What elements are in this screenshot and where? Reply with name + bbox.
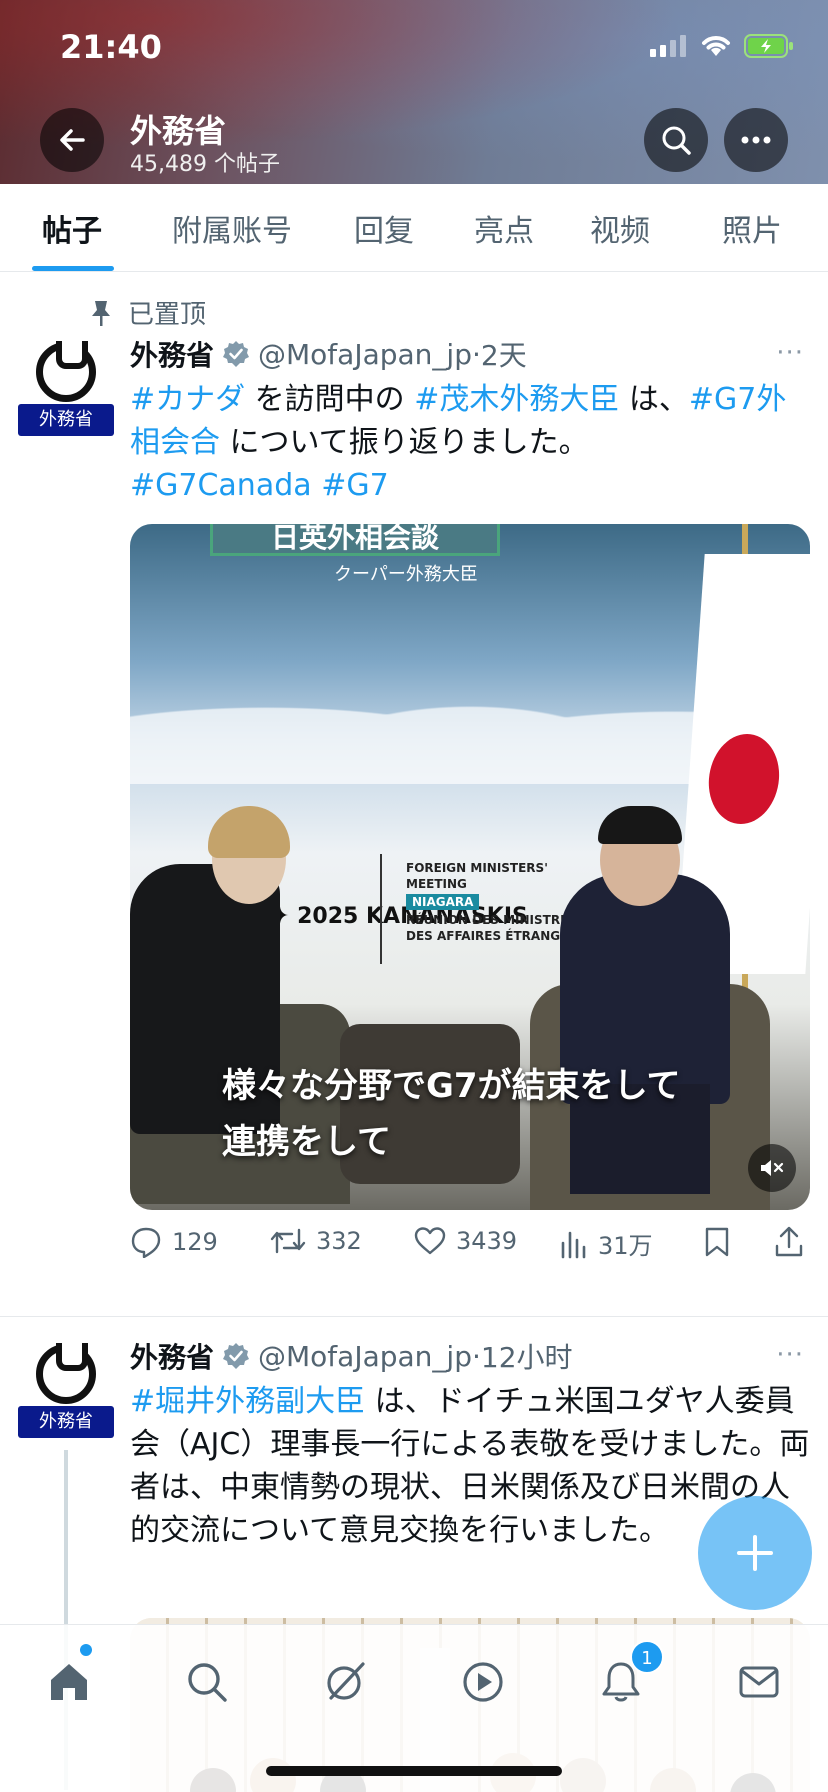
- post-text-segment: を訪問中の: [245, 382, 415, 417]
- backdrop-divider: [380, 854, 382, 964]
- like-icon: [414, 1227, 446, 1255]
- video-subtitle-line2: 連携をして: [222, 1122, 391, 1162]
- wifi-icon: [702, 36, 730, 56]
- views-icon: [561, 1231, 586, 1258]
- pinned-indicator: 已置顶: [88, 294, 206, 331]
- home-indicator[interactable]: [266, 1766, 562, 1776]
- notification-badge: 1: [630, 1640, 664, 1674]
- battery-icon: [744, 34, 793, 58]
- post-time[interactable]: 2天: [481, 334, 527, 374]
- nav-search[interactable]: [182, 1657, 232, 1707]
- tab-highlights[interactable]: 亮点: [474, 206, 534, 250]
- tab-videos[interactable]: 视频: [590, 206, 650, 250]
- verified-icon: [223, 341, 250, 367]
- search-icon: [662, 126, 691, 155]
- hashtag-link[interactable]: #カナダ: [130, 382, 245, 417]
- back-button[interactable]: [40, 108, 104, 172]
- plus-icon: [737, 1535, 773, 1571]
- mofa-logo: [36, 341, 96, 402]
- profile-tabs: 帖子 附属账号 回复 亮点 视频 照片: [0, 184, 828, 272]
- signal-icon: [650, 35, 686, 57]
- nav-home[interactable]: [44, 1657, 94, 1707]
- post-time[interactable]: 12小时: [481, 1336, 573, 1376]
- tab-affiliates[interactable]: 附属账号: [172, 206, 292, 250]
- author-handle[interactable]: @MofaJapan_jp: [258, 1340, 472, 1373]
- status-icons: [650, 34, 794, 58]
- verified-icon: [223, 1343, 250, 1369]
- separator-dot: ·: [471, 1339, 481, 1373]
- like-button[interactable]: 3439: [414, 1226, 517, 1256]
- share-button[interactable]: [774, 1226, 804, 1258]
- post-header: 外務省 @MofaJapan_jp · 12小时: [130, 1336, 573, 1376]
- post-header: 外務省 @MofaJapan_jp · 2天: [130, 334, 527, 374]
- nav-video[interactable]: [458, 1657, 508, 1707]
- pinned-label: 已置顶: [128, 300, 207, 330]
- post-more-button[interactable]: ···: [776, 338, 804, 368]
- post-text: #カナダ を訪問中の #茂木外務大臣 は、#G7外相会合 について振り返りました…: [130, 378, 810, 507]
- more-icon: [741, 136, 771, 144]
- views-button[interactable]: 31万: [560, 1226, 653, 1261]
- hashtag-link[interactable]: #堀井外務副大臣: [130, 1384, 365, 1419]
- author-name[interactable]: 外務省: [130, 1336, 214, 1376]
- mute-button[interactable]: [748, 1144, 796, 1192]
- tab-posts[interactable]: 帖子: [42, 206, 102, 250]
- repost-icon: [270, 1228, 306, 1254]
- video-banner: 日英外相会談: [210, 524, 500, 556]
- more-button[interactable]: [724, 108, 788, 172]
- author-name[interactable]: 外務省: [130, 334, 214, 374]
- hashtag-link[interactable]: #茂木外務大臣: [414, 382, 619, 417]
- avatar[interactable]: 外務省: [18, 341, 114, 440]
- compose-button[interactable]: [698, 1496, 812, 1610]
- repost-button[interactable]: 332: [270, 1226, 362, 1256]
- reply-icon: [131, 1227, 161, 1258]
- post-text-segment: について振り返りました。: [220, 425, 589, 460]
- author-handle[interactable]: @MofaJapan_jp: [258, 338, 472, 371]
- home-icon: [51, 1664, 87, 1700]
- view-count: 31万: [598, 1232, 653, 1260]
- tab-photos[interactable]: 照片: [722, 206, 782, 250]
- home-unread-dot: [80, 1644, 92, 1656]
- nav-grok[interactable]: [320, 1657, 370, 1707]
- repost-count: 332: [316, 1227, 362, 1255]
- video-media[interactable]: 日英外相会談 クーパー外務大臣 G7 ✦ 2025 KANANASKIS FOR…: [130, 524, 810, 1210]
- post-divider: [0, 1316, 828, 1317]
- active-tab-indicator: [32, 266, 114, 271]
- profile-header: 21:40 外務省 45,489 个帖子: [0, 0, 828, 184]
- hashtag-link[interactable]: #G7: [321, 468, 388, 503]
- avatar-label: 外務省: [18, 404, 114, 436]
- post-count: 45,489 个帖子: [130, 152, 280, 177]
- separator-dot: ·: [471, 337, 481, 371]
- share-icon: [775, 1226, 803, 1257]
- search-button[interactable]: [644, 108, 708, 172]
- nav-messages[interactable]: [734, 1657, 784, 1707]
- reply-button[interactable]: 129: [130, 1226, 218, 1258]
- avatar-label: 外務省: [18, 1406, 114, 1438]
- bookmark-icon: [705, 1227, 729, 1257]
- bookmark-button[interactable]: [704, 1226, 730, 1258]
- person-right-hair: [598, 806, 682, 844]
- status-time: 21:40: [60, 28, 162, 66]
- video-caption: クーパー外務大臣: [334, 564, 478, 585]
- search-icon: [188, 1663, 227, 1702]
- post-actions: 129 332 3439 31万: [130, 1226, 810, 1270]
- video-icon: [463, 1662, 503, 1702]
- avatar[interactable]: 外務省: [18, 1343, 114, 1442]
- like-count: 3439: [456, 1227, 518, 1255]
- hashtag-link[interactable]: #G7Canada: [130, 468, 312, 503]
- meeting-badge: NIAGARA: [406, 894, 480, 910]
- video-subtitle-line1: 様々な分野でG7が結束をして: [222, 1066, 681, 1106]
- post-more-button[interactable]: ···: [776, 1340, 804, 1370]
- mute-icon: [761, 1160, 784, 1176]
- meeting-line1: FOREIGN MINISTERS' MEETING: [406, 861, 548, 891]
- mail-icon: [739, 1666, 779, 1698]
- person-left-hair: [208, 806, 290, 858]
- back-arrow-icon: [60, 129, 85, 151]
- post-text-segment: は、: [619, 382, 689, 417]
- pin-icon: [92, 300, 110, 326]
- mofa-logo: [36, 1343, 96, 1404]
- reply-count: 129: [172, 1228, 218, 1256]
- tab-replies[interactable]: 回复: [354, 206, 414, 250]
- grok-icon: [327, 1662, 365, 1700]
